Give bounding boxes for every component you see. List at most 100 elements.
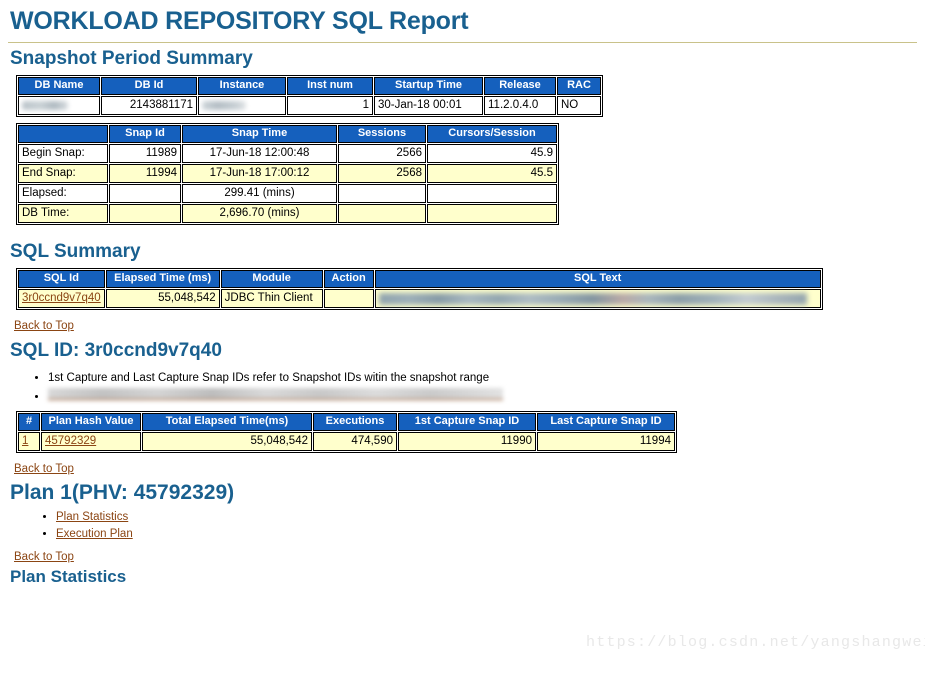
cell-executions: 474,590 <box>313 432 397 451</box>
sql-summary-table: SQL Id Elapsed Time (ms) Module Action S… <box>16 268 823 310</box>
col-snap-time: Snap Time <box>182 125 337 143</box>
col-index: # <box>18 413 40 431</box>
cell-last-capture-snap-id: 11994 <box>537 432 675 451</box>
col-snap-id: Snap Id <box>109 125 181 143</box>
col-sql-text: SQL Text <box>375 270 821 288</box>
col-plan-hash-value: Plan Hash Value <box>41 413 141 431</box>
cell-db-time-snap-id <box>109 204 181 223</box>
sql-id-heading: SQL ID: 3r0ccnd9v7q40 <box>10 340 917 362</box>
cell-elapsed-time: 55,048,542 <box>106 289 220 308</box>
col-first-capture-snap-id: 1st Capture Snap ID <box>398 413 536 431</box>
plan-heading: Plan 1(PHV: 45792329) <box>10 481 917 505</box>
cell-db-name <box>18 96 100 115</box>
title-divider <box>8 42 917 43</box>
snap-info-table: Snap Id Snap Time Sessions Cursors/Sessi… <box>16 123 559 225</box>
redacted-db-name <box>22 101 68 110</box>
cell-end-sessions: 2568 <box>338 164 426 183</box>
table-header-row: SQL Id Elapsed Time (ms) Module Action S… <box>18 270 821 288</box>
table-row: Elapsed: 299.41 (mins) <box>18 184 557 203</box>
back-to-top-link-3[interactable]: Back to Top <box>14 551 74 563</box>
cell-module: JDBC Thin Client <box>221 289 323 308</box>
cell-startup-time: 30-Jan-18 00:01 <box>374 96 483 115</box>
table-row: 3r0ccnd9v7q40 55,048,542 JDBC Thin Clien… <box>18 289 821 308</box>
table-header-row: Snap Id Snap Time Sessions Cursors/Sessi… <box>18 125 557 143</box>
cell-total-elapsed-time: 55,048,542 <box>142 432 312 451</box>
cell-action <box>324 289 374 308</box>
cell-elapsed-sessions <box>338 184 426 203</box>
cell-db-time-value: 2,696.70 (mins) <box>182 204 337 223</box>
note-item: 1st Capture and Last Capture Snap IDs re… <box>48 370 917 387</box>
col-snap-label <box>18 125 108 143</box>
snapshot-period-heading: Snapshot Period Summary <box>10 48 917 70</box>
col-elapsed-time: Elapsed Time (ms) <box>106 270 220 288</box>
col-action: Action <box>324 270 374 288</box>
cell-end-cursors: 45.5 <box>427 164 557 183</box>
db-info-table: DB Name DB Id Instance Inst num Startup … <box>16 75 603 117</box>
plan-statistics-heading: Plan Statistics <box>10 567 917 587</box>
page-title-strong: WORKLOAD REPOSITORY <box>10 7 325 35</box>
watermark: https://blog.csdn.net/yangshangwei <box>586 634 925 651</box>
cell-end-snap-label: End Snap: <box>18 164 108 183</box>
page-title: WORKLOAD REPOSITORY SQL Report <box>10 8 917 36</box>
col-total-elapsed-time: Total Elapsed Time(ms) <box>142 413 312 431</box>
cell-instance <box>198 96 286 115</box>
plan-statistics-link[interactable]: Plan Statistics <box>56 511 128 523</box>
cell-begin-snap-label: Begin Snap: <box>18 144 108 163</box>
redacted-sql-text <box>379 293 807 305</box>
cell-end-snap-id: 11994 <box>109 164 181 183</box>
sql-id-link[interactable]: 3r0ccnd9v7q40 <box>22 292 101 304</box>
cell-release: 11.2.0.4.0 <box>484 96 556 115</box>
table-header-row: # Plan Hash Value Total Elapsed Time(ms)… <box>18 413 675 431</box>
sql-id-notes: 1st Capture and Last Capture Snap IDs re… <box>26 370 917 405</box>
table-row: 2143881171 1 30-Jan-18 00:01 11.2.0.4.0 … <box>18 96 601 115</box>
back-to-top-link-2[interactable]: Back to Top <box>14 463 74 475</box>
plan-hash-table: # Plan Hash Value Total Elapsed Time(ms)… <box>16 411 677 453</box>
cell-row-index[interactable]: 1 <box>18 432 40 451</box>
cell-inst-num: 1 <box>287 96 373 115</box>
cell-elapsed-cursors <box>427 184 557 203</box>
redacted-note-link <box>48 388 503 400</box>
note-item-redacted[interactable] <box>48 388 917 406</box>
cell-db-time-sessions <box>338 204 426 223</box>
col-sessions: Sessions <box>338 125 426 143</box>
cell-rac: NO <box>557 96 601 115</box>
cell-sql-text <box>375 289 821 308</box>
list-item[interactable]: Plan Statistics <box>56 509 917 526</box>
cell-elapsed-snap-id <box>109 184 181 203</box>
col-db-id: DB Id <box>101 77 197 95</box>
sql-summary-heading: SQL Summary <box>10 241 917 263</box>
table-row: Begin Snap: 11989 17-Jun-18 12:00:48 256… <box>18 144 557 163</box>
table-row: DB Time: 2,696.70 (mins) <box>18 204 557 223</box>
col-executions: Executions <box>313 413 397 431</box>
plan-hash-value-link[interactable]: 45792329 <box>45 435 96 447</box>
cell-end-snap-time: 17-Jun-18 17:00:12 <box>182 164 337 183</box>
report-page: WORKLOAD REPOSITORY SQL Report Snapshot … <box>0 0 925 587</box>
cell-first-capture-snap-id: 11990 <box>398 432 536 451</box>
col-last-capture-snap-id: Last Capture Snap ID <box>537 413 675 431</box>
cell-elapsed-value: 299.41 (mins) <box>182 184 337 203</box>
cell-plan-hash-value[interactable]: 45792329 <box>41 432 141 451</box>
list-item[interactable]: Execution Plan <box>56 526 917 543</box>
col-cursors-session: Cursors/Session <box>427 125 557 143</box>
row-index-link[interactable]: 1 <box>22 435 28 447</box>
cell-db-id: 2143881171 <box>101 96 197 115</box>
col-module: Module <box>221 270 323 288</box>
page-title-light: SQL Report <box>332 7 468 35</box>
execution-plan-link[interactable]: Execution Plan <box>56 528 133 540</box>
col-startup-time: Startup Time <box>374 77 483 95</box>
cell-elapsed-label: Elapsed: <box>18 184 108 203</box>
cell-db-time-label: DB Time: <box>18 204 108 223</box>
cell-sql-id[interactable]: 3r0ccnd9v7q40 <box>18 289 105 308</box>
cell-begin-sessions: 2566 <box>338 144 426 163</box>
col-inst-num: Inst num <box>287 77 373 95</box>
table-header-row: DB Name DB Id Instance Inst num Startup … <box>18 77 601 95</box>
plan-links-list: Plan Statistics Execution Plan <box>34 509 917 544</box>
col-sql-id: SQL Id <box>18 270 105 288</box>
col-release: Release <box>484 77 556 95</box>
cell-begin-snap-id: 11989 <box>109 144 181 163</box>
table-row: 1 45792329 55,048,542 474,590 11990 1199… <box>18 432 675 451</box>
cell-begin-cursors: 45.9 <box>427 144 557 163</box>
cell-begin-snap-time: 17-Jun-18 12:00:48 <box>182 144 337 163</box>
back-to-top-link-1[interactable]: Back to Top <box>14 320 74 332</box>
redacted-instance <box>202 101 246 110</box>
